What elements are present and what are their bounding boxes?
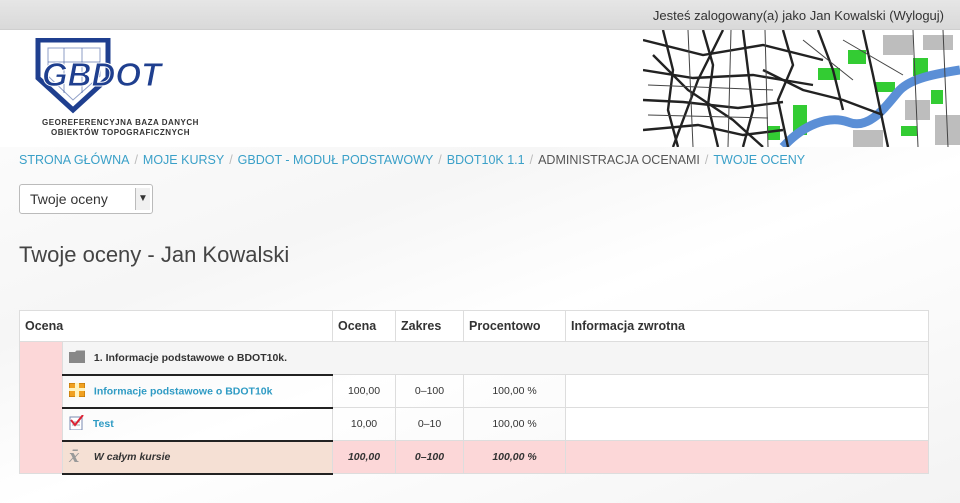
- grades-table: Ocena Ocena Zakres Procentowo Informacja…: [19, 310, 929, 475]
- logo-emblem-icon: GBDOT: [35, 37, 165, 114]
- course-total-grade: 100,00: [332, 440, 396, 474]
- site-logo[interactable]: GBDOT GEOREFERENCYJNA BAZA DANYCH OBIEKT…: [28, 37, 198, 143]
- city-map-icon: [643, 30, 960, 147]
- breadcrumb-section[interactable]: BDOT10K 1.1: [447, 153, 525, 167]
- category-name: 1. Informacje podstawowe o BDOT10k.: [93, 351, 288, 364]
- table-header-row: Ocena Ocena Zakres Procentowo Informacja…: [19, 310, 929, 342]
- course-total-name: x̄ W całym kursie: [62, 439, 333, 475]
- grade-item-link[interactable]: Informacje podstawowe o BDOT10k: [94, 385, 273, 397]
- breadcrumb-my-courses[interactable]: MOJE KURSY: [143, 153, 224, 167]
- column-header-range: Zakres: [395, 310, 464, 342]
- category-indent: [19, 341, 63, 474]
- breadcrumb-separator: /: [134, 153, 138, 167]
- column-header-feedback: Informacja zwrotna: [565, 310, 929, 342]
- course-total-label: W całym kursie: [93, 450, 171, 463]
- report-select[interactable]: Twoje oceny ▼: [19, 184, 153, 214]
- breadcrumb: STRONA GŁÓWNA / MOJE KURSY / GBDOT - MODUŁ P…: [19, 153, 805, 167]
- city-map-banner: [643, 30, 960, 147]
- grade-value: 10,00: [332, 407, 396, 441]
- breadcrumb-separator: /: [438, 153, 442, 167]
- category-row: 1. Informacje podstawowe o BDOT10k.: [19, 341, 929, 474]
- logout-link[interactable]: (Wyloguj): [889, 8, 944, 23]
- login-info: Jesteś zalogowany(a) jako Jan Kowalski (…: [653, 8, 944, 23]
- range-value: 0–10: [395, 407, 464, 441]
- course-total-row: x̄ W całym kursie 100,00 0–100 100,00 %: [20, 439, 929, 475]
- mean-icon: x̄: [69, 447, 80, 467]
- percentage-value: 100,00 %: [463, 407, 566, 441]
- top-bar: Jesteś zalogowany(a) jako Jan Kowalski (…: [0, 0, 960, 30]
- breadcrumb-home[interactable]: STRONA GŁÓWNA: [19, 153, 129, 167]
- feedback-value: [565, 374, 929, 408]
- grade-item-name: Informacje podstawowe o BDOT10k: [62, 373, 333, 408]
- column-header-item: Ocena: [19, 310, 333, 342]
- grade-item-name: Test: [62, 406, 333, 441]
- column-header-percentage: Procentowo: [463, 310, 566, 342]
- page-title: Twoje oceny - Jan Kowalski: [19, 242, 290, 267]
- package-icon: [68, 382, 86, 400]
- breadcrumb-grade-admin: ADMINISTRACJA OCENAMI: [538, 153, 700, 167]
- chevron-down-icon[interactable]: ▼: [135, 188, 150, 210]
- breadcrumb-separator: /: [229, 153, 233, 167]
- course-total-percentage: 100,00 %: [463, 440, 566, 474]
- table-row: Test 10,00 0–10 100,00 %: [20, 406, 929, 441]
- breadcrumb-separator: /: [529, 153, 534, 167]
- breadcrumb-your-grades[interactable]: TWOJE OCENY: [713, 153, 805, 167]
- folder-icon: [69, 350, 85, 366]
- range-value: 0–100: [395, 374, 464, 408]
- column-header-grade: Ocena: [332, 310, 396, 342]
- site-header: GBDOT GEOREFERENCYJNA BAZA DANYCH OBIEKT…: [0, 30, 960, 147]
- breadcrumb-separator: /: [704, 153, 709, 167]
- logo-text: GBDOT: [42, 56, 164, 93]
- course-total-range: 0–100: [395, 440, 464, 474]
- table-row: Informacje podstawowe o BDOT10k 100,00 0…: [20, 373, 929, 408]
- feedback-value: [565, 407, 929, 441]
- category-cell: 1. Informacje podstawowe o BDOT10k.: [62, 341, 929, 375]
- report-select-value: Twoje oceny: [30, 191, 108, 207]
- grade-value: 100,00: [332, 374, 396, 408]
- login-prefix: Jesteś zalogowany(a) jako: [652, 8, 807, 23]
- course-total-feedback: [565, 440, 929, 474]
- grade-item-link[interactable]: Test: [93, 418, 114, 430]
- profile-link[interactable]: Jan Kowalski: [810, 8, 886, 23]
- percentage-value: 100,00 %: [463, 374, 566, 408]
- breadcrumb-course[interactable]: GBDOT - MODUŁ PODSTAWOWY: [238, 153, 434, 167]
- logo-caption: GEOREFERENCYJNA BAZA DANYCH OBIEKTÓW TOP…: [42, 118, 199, 137]
- quiz-icon: [69, 414, 84, 433]
